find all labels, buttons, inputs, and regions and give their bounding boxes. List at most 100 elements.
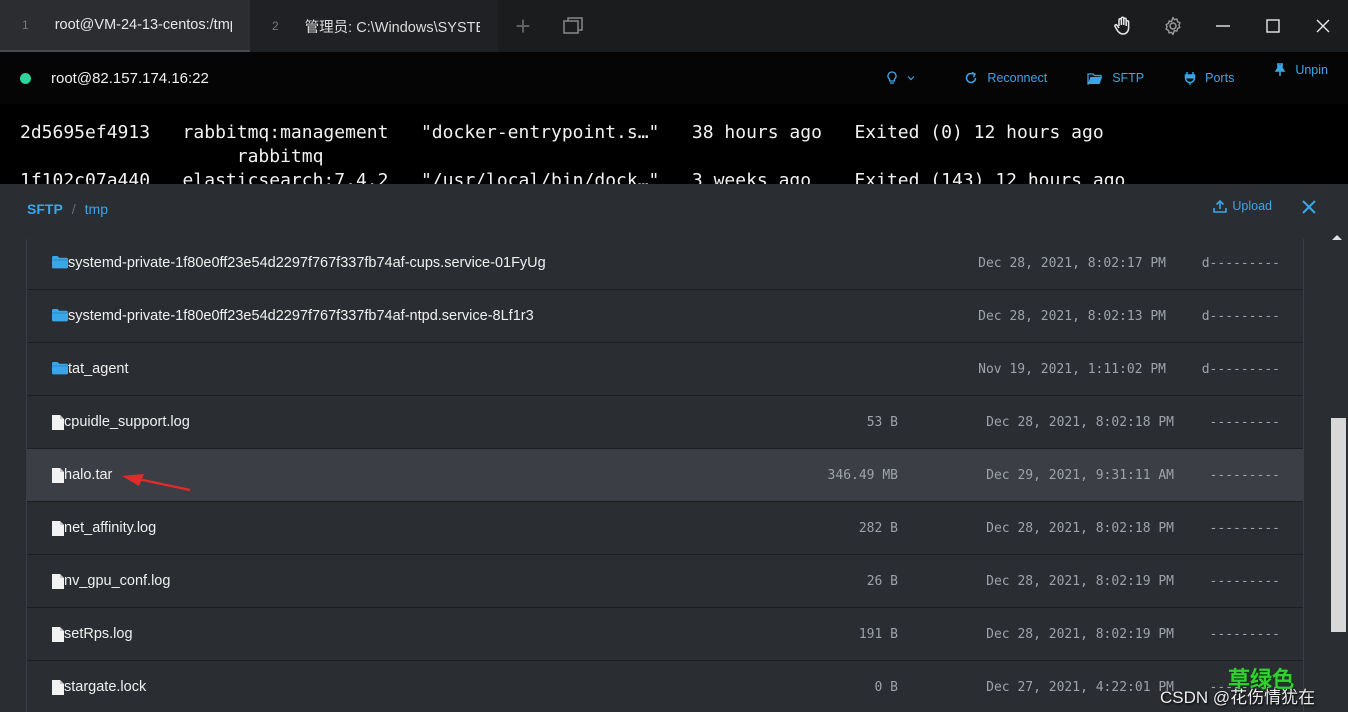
terminal-line: 2d5695ef4913 rabbitmq:management "docker…: [20, 122, 1104, 143]
file-modified-date: Dec 27, 2021, 4:22:01 PM: [986, 680, 1174, 695]
upload-button[interactable]: Upload: [1213, 199, 1272, 213]
file-permissions: ---------: [1209, 468, 1280, 483]
tab-session-2[interactable]: 2 管理员: C:\Windows\SYSTE…: [250, 0, 498, 52]
tab-label: root@VM-24-13-centos:/tmp: [54, 17, 232, 33]
pin-icon: [1274, 63, 1286, 76]
connection-status-dot: [20, 72, 31, 84]
tab-session-1[interactable]: 1 root@VM-24-13-centos:/tmp: [0, 0, 250, 52]
file-name: stargate.lock: [64, 679, 147, 695]
lightbulb-icon: [887, 71, 898, 84]
file-icon: [52, 415, 64, 435]
file-name: halo.tar: [64, 467, 113, 483]
breadcrumb-current-dir[interactable]: tmp: [85, 201, 108, 217]
ports-label: Ports: [1205, 71, 1235, 85]
hand-icon: [1114, 16, 1130, 35]
file-icon: [52, 521, 64, 541]
folder-icon: [52, 308, 68, 327]
annotation-arrow: [122, 474, 191, 492]
hand-tool-button[interactable]: [1098, 0, 1148, 52]
file-modified-date: Dec 28, 2021, 8:02:19 PM: [986, 574, 1174, 589]
gear-icon: [1165, 16, 1181, 36]
file-size: 0 B: [874, 680, 898, 695]
file-name: nv_gpu_conf.log: [64, 573, 171, 589]
scroll-up-arrow-icon[interactable]: [1331, 233, 1343, 241]
tab-number: 1: [22, 18, 29, 32]
close-window-button[interactable]: [1298, 0, 1348, 52]
sftp-button[interactable]: SFTP: [1087, 71, 1144, 85]
folder-row[interactable]: tat_agent Nov 19, 2021, 1:11:02 PM d------…: [27, 343, 1303, 396]
file-permissions: d---------: [1201, 362, 1280, 377]
file-size: 346.49 MB: [827, 468, 898, 483]
title-bar: 1 root@VM-24-13-centos:/tmp 2 管理员: C:\Wi…: [0, 0, 1348, 52]
add-tab-button[interactable]: +: [498, 0, 548, 52]
file-row[interactable]: setRps.log 191 B Dec 28, 2021, 8:02:19 PM -…: [27, 608, 1303, 661]
maximize-icon: [1266, 19, 1280, 33]
close-sftp-button[interactable]: [1302, 200, 1316, 219]
folder-icon: [52, 255, 68, 274]
file-permissions: ---------: [1209, 521, 1280, 536]
file-permissions: d---------: [1201, 309, 1280, 324]
file-name: setRps.log: [64, 626, 133, 642]
file-row[interactable]: net_affinity.log 282 B Dec 28, 2021, 8:02:…: [27, 502, 1303, 555]
breadcrumb-sftp-root[interactable]: SFTP: [27, 201, 63, 217]
file-name: systemd-private-1f80e0ff23e54d2297f767f3…: [68, 308, 534, 324]
file-name: systemd-private-1f80e0ff23e54d2297f767f3…: [68, 255, 546, 271]
watermark-author: CSDN @花伤情犹在: [1160, 688, 1316, 707]
file-row[interactable]: stargate.lock 0 B Dec 27, 2021, 4:22:01 PM…: [27, 661, 1303, 712]
file-icon: [52, 574, 64, 594]
plug-icon: [1184, 71, 1196, 85]
unpin-button[interactable]: Unpin: [1274, 63, 1328, 77]
session-host: root@82.157.174.16:22: [51, 69, 209, 87]
file-row[interactable]: halo.tar 346.49 MB Dec 29, 2021, 9:31:11 A…: [27, 449, 1303, 502]
file-row[interactable]: cpuidle_support.log 53 B Dec 28, 2021, 8:0…: [27, 396, 1303, 449]
upload-label: Upload: [1232, 199, 1272, 213]
file-name: tat_agent: [68, 361, 129, 377]
folder-row[interactable]: systemd-private-1f80e0ff23e54d2297f767f3…: [27, 239, 1303, 290]
upload-icon: [1213, 199, 1228, 213]
file-permissions: ---------: [1209, 627, 1280, 642]
file-permissions: ---------: [1209, 415, 1280, 430]
sftp-header: SFTP / tmp Upload: [0, 184, 1348, 234]
folder-open-icon: [1087, 72, 1103, 85]
file-icon: [52, 627, 64, 647]
settings-button[interactable]: [1148, 0, 1198, 52]
folder-row[interactable]: systemd-private-1f80e0ff23e54d2297f767f3…: [27, 290, 1303, 343]
session-bar: root@82.157.174.16:22 Reconnect SFTP Por…: [0, 52, 1348, 104]
minimize-icon: [1216, 25, 1230, 27]
hint-dropdown-button[interactable]: [886, 71, 924, 85]
sftp-label: SFTP: [1112, 71, 1145, 85]
file-permissions: ---------: [1209, 574, 1280, 589]
file-modified-date: Dec 28, 2021, 8:02:18 PM: [986, 415, 1174, 430]
windows-icon: [563, 17, 583, 34]
reconnect-button[interactable]: Reconnect: [964, 71, 1047, 85]
sftp-panel: SFTP / tmp Upload systemd-private-1f80e0…: [0, 184, 1348, 712]
close-icon: [1302, 200, 1316, 214]
file-modified-date: Dec 28, 2021, 8:02:13 PM: [978, 309, 1166, 324]
chevron-down-icon: [907, 76, 915, 81]
file-permissions: d---------: [1201, 256, 1280, 271]
minimize-button[interactable]: [1198, 0, 1248, 52]
file-name: cpuidle_support.log: [64, 414, 190, 430]
ports-button[interactable]: Ports: [1184, 71, 1234, 86]
file-size: 282 B: [858, 521, 898, 536]
tab-label: 管理员: C:\Windows\SYSTE…: [304, 19, 480, 36]
breadcrumb-separator: /: [71, 201, 76, 217]
close-icon: [1316, 19, 1330, 33]
reconnect-label: Reconnect: [987, 71, 1048, 85]
session-actions: Reconnect SFTP Ports Unpin: [886, 52, 1348, 104]
file-row[interactable]: nv_gpu_conf.log 26 B Dec 28, 2021, 8:02:19…: [27, 555, 1303, 608]
file-list: systemd-private-1f80e0ff23e54d2297f767f3…: [26, 239, 1304, 712]
terminal-line: 1f102c07a440 elasticsearch:7.4.2 "/usr/l…: [20, 170, 1126, 184]
folder-icon: [52, 361, 68, 380]
terminal-line: rabbitmq: [20, 146, 324, 167]
maximize-button[interactable]: [1248, 0, 1298, 52]
file-icon: [52, 468, 64, 488]
scrollbar-thumb[interactable]: [1331, 418, 1346, 632]
file-modified-date: Dec 28, 2021, 8:02:19 PM: [986, 627, 1174, 642]
terminal-output[interactable]: 2d5695ef4913 rabbitmq:management "docker…: [0, 104, 1348, 184]
new-window-button[interactable]: [548, 0, 598, 52]
file-modified-date: Nov 19, 2021, 1:11:02 PM: [978, 362, 1166, 377]
tab-number: 2: [272, 19, 279, 33]
file-size: 53 B: [866, 415, 898, 430]
file-name: net_affinity.log: [64, 520, 157, 536]
